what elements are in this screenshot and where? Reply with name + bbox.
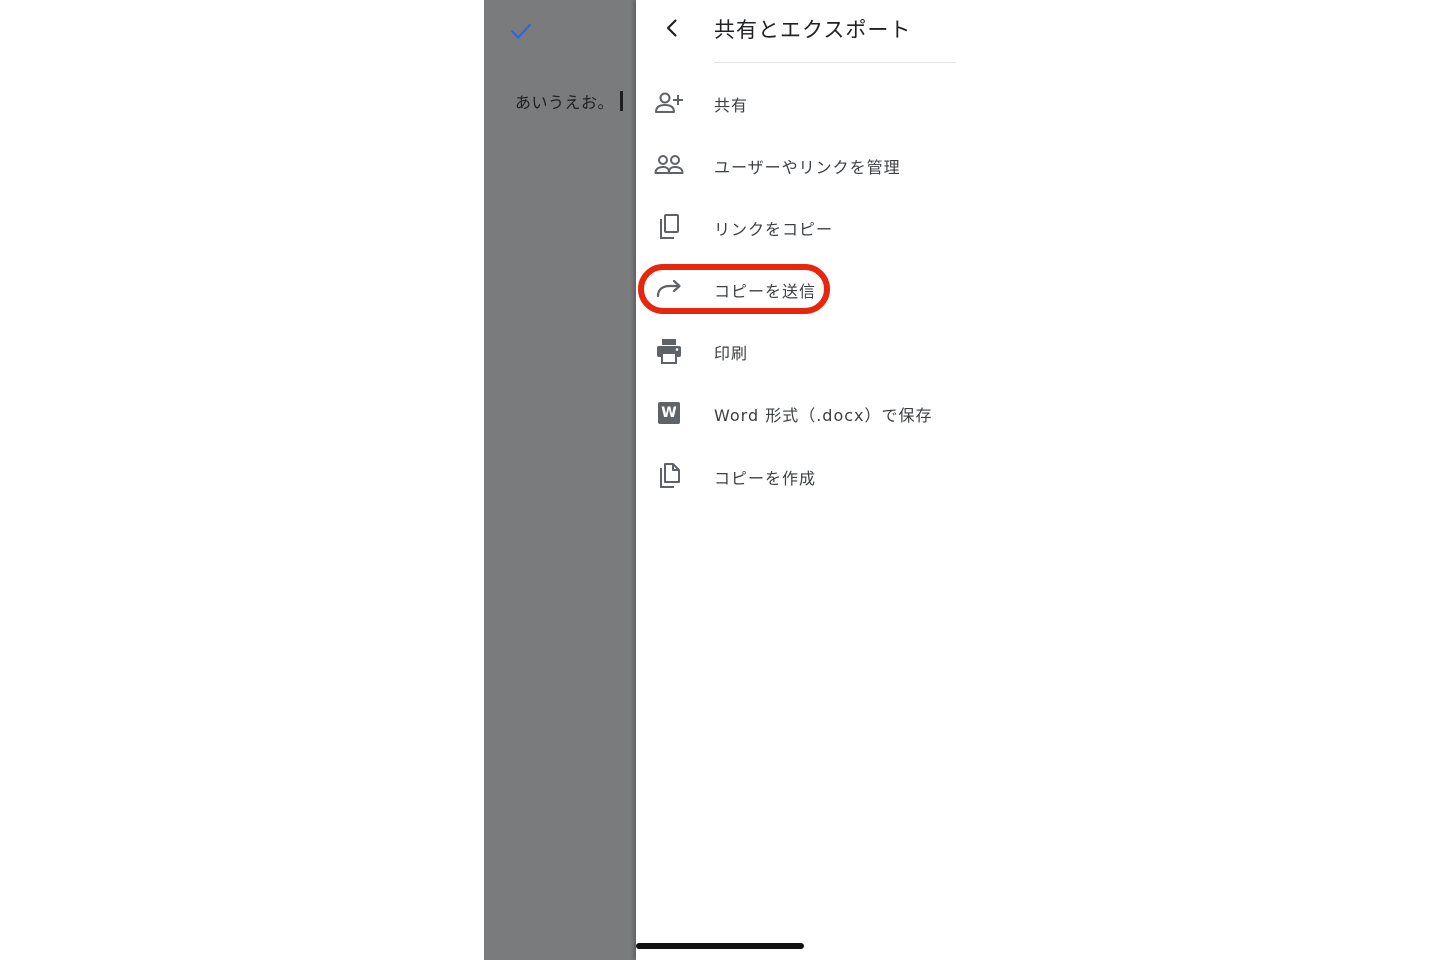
menu-item-label: 共有: [714, 96, 749, 115]
menu-item-share[interactable]: 共有: [636, 81, 956, 125]
menu-item-save-as-word[interactable]: W Word 形式（.docx）で保存: [636, 391, 956, 435]
file-copy-icon: [654, 463, 684, 489]
person-add-icon: [654, 90, 684, 116]
header-divider: [714, 62, 956, 63]
menu-item-label: リンクをコピー: [714, 220, 834, 239]
share-export-panel: 共有とエクスポート 共有 ユーザーやリンクを管理 リンクをコピー コピーを送信 …: [636, 0, 956, 960]
menu-item-label: コピーを作成: [714, 469, 817, 488]
menu-item-label: 印刷: [714, 344, 749, 363]
document-overlay[interactable]: あいうえお。: [484, 0, 636, 960]
menu-item-print[interactable]: 印刷: [636, 329, 956, 373]
home-indicator[interactable]: [636, 943, 804, 949]
word-icon: W: [654, 400, 684, 426]
word-badge: W: [658, 402, 680, 424]
menu-item-make-copy[interactable]: コピーを作成: [636, 454, 956, 498]
panel-header: 共有とエクスポート: [636, 0, 956, 62]
menu-item-send-copy[interactable]: コピーを送信: [636, 267, 956, 311]
panel-title: 共有とエクスポート: [714, 18, 912, 42]
check-icon[interactable]: [508, 18, 534, 44]
menu-item-label: ユーザーやリンクを管理: [714, 158, 901, 177]
document-text: あいうえお。: [515, 93, 615, 112]
share-arrow-icon: [654, 276, 684, 302]
back-icon[interactable]: [660, 16, 684, 40]
copy-icon: [654, 214, 684, 240]
menu-item-label: Word 形式（.docx）で保存: [714, 406, 933, 425]
text-cursor: [620, 91, 624, 111]
document-body[interactable]: あいうえお。: [515, 90, 624, 112]
menu-item-label: コピーを送信: [714, 282, 817, 301]
menu-item-manage-people[interactable]: ユーザーやリンクを管理: [636, 143, 956, 187]
phone-screen: あいうえお。 共有とエクスポート 共有 ユーザーやリンクを管理 リンクをコピー …: [484, 0, 956, 960]
menu-item-copy-link[interactable]: リンクをコピー: [636, 205, 956, 249]
people-icon: [654, 152, 684, 178]
page: あいうえお。 共有とエクスポート 共有 ユーザーやリンクを管理 リンクをコピー …: [0, 0, 1440, 960]
printer-icon: [654, 338, 684, 364]
